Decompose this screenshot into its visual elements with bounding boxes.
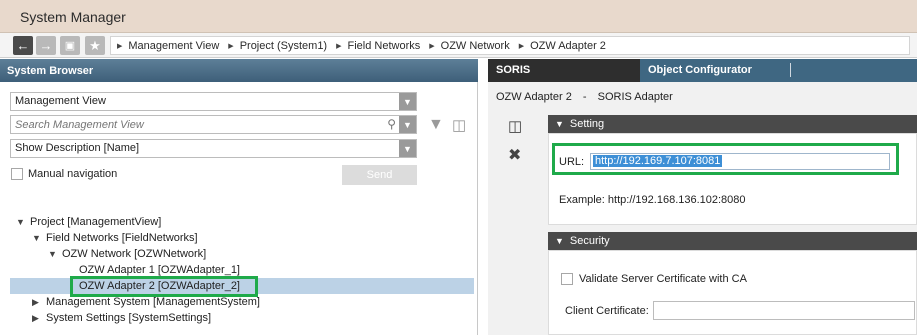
description-select-value: Show Description [Name] xyxy=(15,142,140,154)
manual-navigation-checkbox[interactable] xyxy=(11,168,23,180)
chevron-down-icon[interactable]: ▼ xyxy=(399,116,416,133)
chevron-right-icon: ▶ xyxy=(117,42,123,50)
chevron-right-icon: ▶ xyxy=(228,42,234,50)
back-button[interactable]: ← xyxy=(13,36,33,55)
client-certificate-field[interactable] xyxy=(653,301,915,320)
manual-navigation-label: Manual navigation xyxy=(28,168,118,180)
breadcrumb-item[interactable]: ▶ Project (System1) xyxy=(228,40,327,52)
security-header[interactable]: ▼ Security xyxy=(548,232,917,250)
expand-toggle-icon[interactable]: ▼ xyxy=(16,214,30,230)
home-icon: ▣ xyxy=(64,40,76,52)
search-input[interactable] xyxy=(11,116,381,133)
breadcrumb-item[interactable]: ▶ OZW Adapter 2 xyxy=(519,40,606,52)
chevron-down-icon[interactable]: ▼ xyxy=(399,93,416,110)
tree-item-field-networks[interactable]: ▼ Field Networks [FieldNetworks] xyxy=(32,230,198,246)
chevron-right-icon: ▶ xyxy=(429,42,435,50)
view-select-value: Management View xyxy=(15,95,106,107)
navigation-bar: ← → ▣ ★ ▶ Management View ▶ Project (Syste… xyxy=(0,33,917,58)
breadcrumb-item[interactable]: ▶ Field Networks xyxy=(336,40,420,52)
forward-button[interactable]: → xyxy=(36,36,56,55)
detail-panel: SORIS Object Configurator OZW Adapter 2 … xyxy=(488,59,917,335)
security-section: ▼ Security Validate Server Certificate wi… xyxy=(548,232,917,335)
tree-item-project[interactable]: ▼ Project [ManagementView] xyxy=(16,214,161,230)
tree-item-ozw-network[interactable]: ▼ OZW Network [OZWNetwork] xyxy=(48,246,206,262)
example-text: Example: http://192.168.136.102:8080 xyxy=(559,194,746,206)
chevron-right-icon: ▶ xyxy=(518,42,525,50)
system-browser-header: System Browser xyxy=(0,59,478,82)
filter-icon[interactable]: ▼ xyxy=(428,116,444,134)
tab-soris[interactable]: SORIS xyxy=(488,59,640,82)
highlight-box xyxy=(70,276,258,297)
validate-certificate-label: Validate Server Certificate with CA xyxy=(579,273,747,285)
save-icon[interactable]: ◫ xyxy=(508,117,522,135)
description-select[interactable]: Show Description [Name] ▼ xyxy=(10,139,417,158)
expand-toggle-icon[interactable]: ▶ xyxy=(32,310,46,326)
favorite-button[interactable]: ★ xyxy=(85,36,105,55)
title-bar: System Manager xyxy=(0,0,917,33)
breadcrumb: ▶ Management View ▶ Project (System1) ▶ Fie… xyxy=(110,36,910,55)
expand-toggle-icon[interactable]: ▶ xyxy=(32,294,46,310)
object-separator: - xyxy=(582,91,587,103)
system-browser-panel: System Browser Management View ▼ ⚲ ▼ ▼ ◫… xyxy=(0,59,478,335)
collapse-icon: ▼ xyxy=(555,119,564,129)
breadcrumb-item[interactable]: ▶ OZW Network xyxy=(429,40,509,52)
chevron-right-icon: ▶ xyxy=(336,42,342,50)
tab-object-configurator[interactable]: Object Configurator xyxy=(640,59,790,82)
setting-header[interactable]: ▼ Setting xyxy=(548,115,917,133)
security-body: Validate Server Certificate with CA Clie… xyxy=(548,250,917,335)
highlight-box xyxy=(552,143,899,175)
expand-toggle-icon[interactable]: ▼ xyxy=(48,246,62,262)
client-certificate-label: Client Certificate: xyxy=(565,305,649,317)
tab-divider xyxy=(790,63,791,77)
chevron-down-icon[interactable]: ▼ xyxy=(399,140,416,157)
object-title: OZW Adapter 2 - SORIS Adapter xyxy=(496,91,673,103)
expand-toggle-icon[interactable]: ▼ xyxy=(32,230,46,246)
object-name: OZW Adapter 2 xyxy=(496,91,572,103)
search-box[interactable]: ⚲ ▼ xyxy=(10,115,417,134)
breadcrumb-item[interactable]: ▶ Management View xyxy=(117,40,219,52)
tree-item-system-settings[interactable]: ▶ System Settings [SystemSettings] xyxy=(32,310,211,326)
detail-tabs: SORIS Object Configurator xyxy=(488,59,917,82)
home-button[interactable]: ▣ xyxy=(60,36,80,55)
object-type: SORIS Adapter xyxy=(597,91,673,103)
save-icon[interactable]: ◫ xyxy=(452,116,466,134)
close-circle-icon[interactable]: ✖ xyxy=(508,145,521,165)
collapse-icon: ▼ xyxy=(555,236,564,246)
send-button[interactable]: Send xyxy=(342,165,417,185)
validate-certificate-checkbox[interactable] xyxy=(561,273,573,285)
arrow-right-icon: → xyxy=(39,38,53,53)
arrow-left-icon: ← xyxy=(16,38,30,53)
view-select[interactable]: Management View ▼ xyxy=(10,92,417,111)
search-icon[interactable]: ⚲ xyxy=(387,117,396,131)
star-icon: ★ xyxy=(89,37,101,53)
app-title: System Manager xyxy=(20,9,126,25)
